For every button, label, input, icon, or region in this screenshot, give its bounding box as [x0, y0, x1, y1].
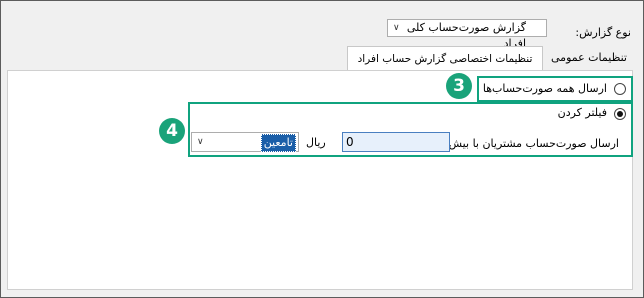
report-type-label: نوع گزارش: [575, 26, 631, 39]
chevron-down-icon[interactable]: ∨ [393, 21, 400, 35]
amount-input[interactable]: 0 [342, 132, 450, 152]
currency-selected-value: تامعین [260, 134, 296, 152]
currency-unit-label: ریال [306, 136, 326, 149]
report-type-dropdown[interactable]: گزارش صورت‌حساب کلی افراد ∨ [387, 19, 547, 50]
send-all-radio[interactable] [614, 83, 626, 95]
step-badge-3: 3 [446, 73, 472, 99]
currency-dropdown[interactable]: تامعین ∨ [191, 132, 299, 152]
dialog-window: نوع گزارش: گزارش صورت‌حساب کلی افراد ∨ ت… [0, 0, 644, 298]
filter-radio[interactable] [614, 108, 626, 120]
tab-label: تنظیمات عمومی [551, 51, 627, 64]
amount-value: 0 [346, 135, 354, 149]
step-badge-4: 4 [159, 118, 185, 144]
filter-row-label: ارسال صورت‌حساب مشتریان با بیش از [436, 137, 619, 150]
filter-label: فیلتر کردن [557, 106, 607, 119]
tab-special-settings[interactable]: تنظیمات اختصاصی گزارش حساب افراد [347, 46, 543, 72]
send-all-label: ارسال همه صورت‌حساب‌ها [482, 82, 607, 95]
tab-general-settings[interactable]: تنظیمات عمومی [543, 46, 635, 72]
tab-label: تنظیمات اختصاصی گزارش حساب افراد [357, 53, 533, 65]
chevron-down-icon[interactable]: ∨ [197, 135, 204, 149]
radio-selected-dot [617, 111, 623, 117]
